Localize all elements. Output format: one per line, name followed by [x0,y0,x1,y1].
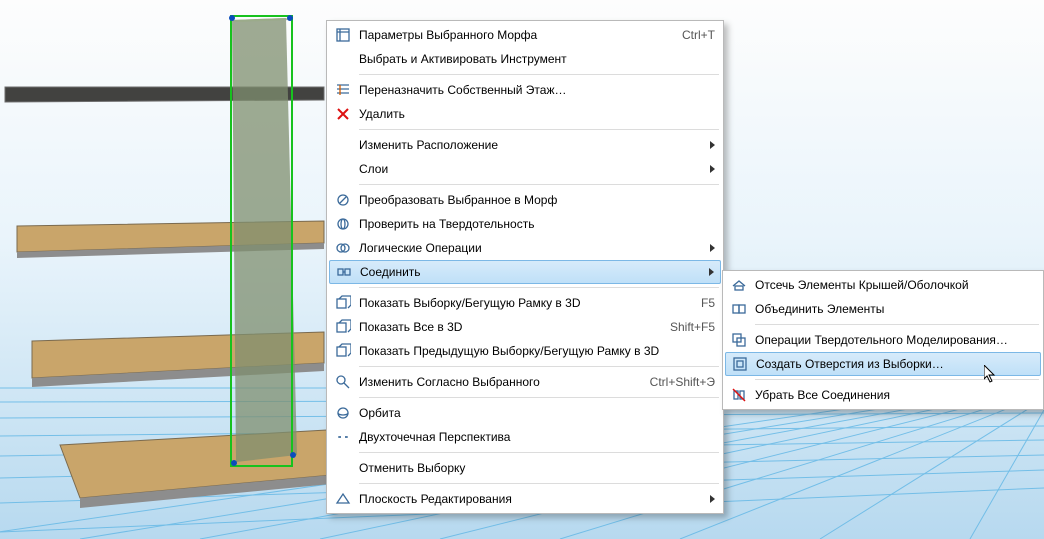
bool-ops-icon [333,238,353,258]
reassign-story-icon [333,80,353,100]
menu-separator [755,379,1039,380]
menu-item-label: Отсечь Элементы Крышей/Оболочкой [755,278,1035,292]
menu_sub-item[interactable]: Убрать Все Соединения [725,383,1041,407]
blank-icon [333,135,353,155]
chevron-right-icon [710,244,715,252]
chevron-right-icon [710,495,715,503]
menu_main-item[interactable]: Логические Операции [329,236,721,260]
menu-item-label: Проверить на Твердотельность [359,217,715,231]
trim-roof-icon [729,275,749,295]
menu_main-item[interactable]: Орбита [329,401,721,425]
blank-icon [333,49,353,69]
menu-item-label: Плоскость Редактирования [359,492,700,506]
blank-icon [333,458,353,478]
menu-separator [359,287,719,288]
menu-separator [359,74,719,75]
chevron-right-icon [709,268,714,276]
menu-item-label: Выбрать и Активировать Инструмент [359,52,715,66]
menu-item-label: Показать Выборку/Бегущую Рамку в 3D [359,296,635,310]
menu-item-label: Показать Все в 3D [359,320,635,334]
menu-separator [359,397,719,398]
menu-separator [359,483,719,484]
show-prev-3d-icon [333,341,353,361]
modify-acc-icon [333,372,353,392]
menu_main-item[interactable]: Изменить Согласно ВыбранногоCtrl+Shift+Э [329,370,721,394]
perspective-icon [333,427,353,447]
menu_sub-item[interactable]: Объединить Элементы [725,297,1041,321]
menu_main-item[interactable]: Показать Все в 3DShift+F5 [329,315,721,339]
clear-conn-icon [729,385,749,405]
menu-separator [359,184,719,185]
menu_sub-item[interactable]: Создать Отверстия из Выборки… [725,352,1041,376]
menu_main-item[interactable]: Изменить Расположение [329,133,721,157]
menu_main-item[interactable]: Отменить Выборку [329,456,721,480]
solid-ops-icon [729,330,749,350]
menu-item-label: Преобразовать Выбранное в Морф [359,193,715,207]
menu_sub-item[interactable]: Отсечь Элементы Крышей/Оболочкой [725,273,1041,297]
menu-separator [359,452,719,453]
menu_main-item[interactable]: Проверить на Твердотельность [329,212,721,236]
menu-item-label: Изменить Расположение [359,138,700,152]
menu-item-label: Операции Твердотельного Моделирования… [755,333,1038,347]
show-all-3d-icon [333,317,353,337]
orbit-icon [333,403,353,423]
menu_main-item[interactable]: Слои [329,157,721,181]
menu-item-label: Объединить Элементы [755,302,1035,316]
morph-settings-icon [333,25,353,45]
menu-item-shortcut: Ctrl+Shift+Э [630,375,715,389]
menu_main-item[interactable]: Показать Предыдущую Выборку/Бегущую Рамк… [329,339,721,363]
menu-item-label: Создать Отверстия из Выборки… [756,357,1034,371]
menu_main-item[interactable]: Переназначить Собственный Этаж… [329,78,721,102]
menu-item-label: Параметры Выбранного Морфа [359,28,635,42]
menu-item-label: Удалить [359,107,715,121]
convert-morph-icon [333,190,353,210]
menu-item-label: Переназначить Собственный Этаж… [359,83,715,97]
edit-plane-icon [333,489,353,509]
context-menu-connect: Отсечь Элементы Крышей/Оболочкой Объедини… [722,270,1044,410]
menu_sub-item[interactable]: Операции Твердотельного Моделирования… [725,328,1041,352]
menu-item-shortcut: F5 [635,296,715,310]
menu-item-label: Соединить [360,265,699,279]
menu-item-label: Изменить Согласно Выбранного [359,375,630,389]
chevron-right-icon [710,141,715,149]
menu_main-item[interactable]: Соединить [329,260,721,284]
menu-item-label: Слои [359,162,700,176]
menu-separator [359,129,719,130]
menu_main-item[interactable]: Параметры Выбранного МорфаCtrl+T [329,23,721,47]
menu_main-item[interactable]: Плоскость Редактирования [329,487,721,511]
menu-item-label: Логические Операции [359,241,700,255]
menu-separator [755,324,1039,325]
context-menu-main: Параметры Выбранного МорфаCtrl+T Выбрать … [326,20,724,514]
menu-item-label: Убрать Все Соединения [755,388,1035,402]
menu-item-label: Двухточечная Перспектива [359,430,715,444]
connect-icon [334,262,354,282]
chevron-right-icon [710,165,715,173]
menu-item-label: Орбита [359,406,715,420]
create-holes-icon [730,354,750,374]
menu_main-item[interactable]: Удалить [329,102,721,126]
menu_main-item[interactable]: Показать Выборку/Бегущую Рамку в 3DF5 [329,291,721,315]
delete-icon [333,104,353,124]
menu-separator [359,366,719,367]
blank-icon [333,159,353,179]
menu_main-item[interactable]: Преобразовать Выбранное в Морф [329,188,721,212]
menu_main-item[interactable]: Двухточечная Перспектива [329,425,721,449]
merge-elem-icon [729,299,749,319]
menu-item-label: Отменить Выборку [359,461,715,475]
check-solid-icon [333,214,353,234]
show-sel-3d-icon [333,293,353,313]
menu_main-item[interactable]: Выбрать и Активировать Инструмент [329,47,721,71]
menu-item-shortcut: Shift+F5 [635,320,715,334]
menu-item-label: Показать Предыдущую Выборку/Бегущую Рамк… [359,344,689,358]
menu-item-shortcut: Ctrl+T [635,28,715,42]
